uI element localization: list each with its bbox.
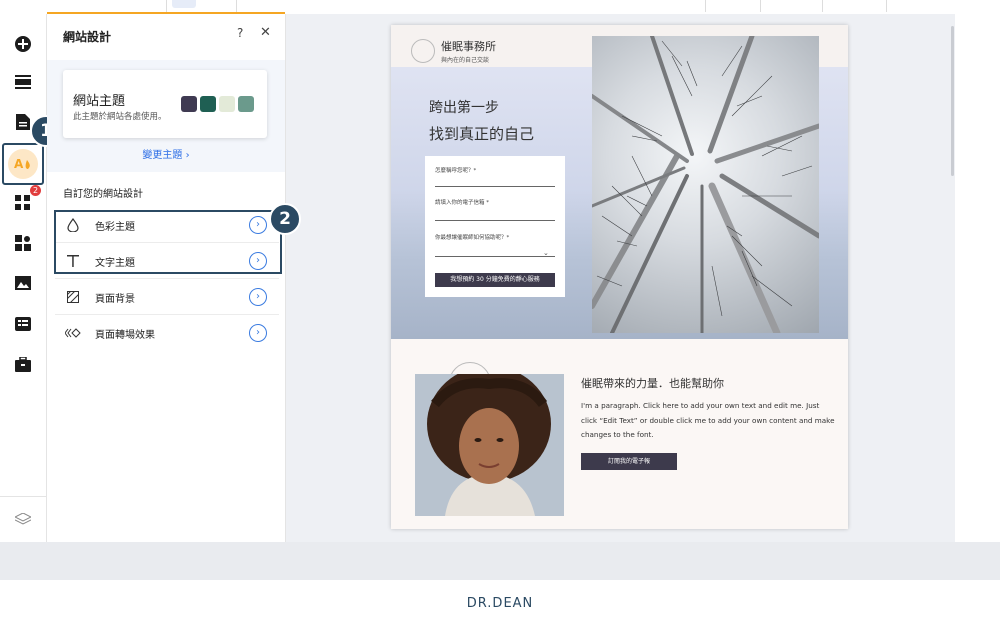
toolbar-divider — [760, 0, 761, 12]
editor-bottom-strip — [0, 542, 1000, 580]
media-icon[interactable] — [11, 271, 35, 295]
canvas-right-gutter — [955, 0, 1000, 528]
hero-heading-line2[interactable]: 找到真正的自己 — [429, 123, 534, 144]
add-elements-icon[interactable] — [11, 32, 35, 56]
color-swatch — [219, 96, 235, 112]
option-page-background[interactable]: 頁面背景 › — [55, 280, 279, 315]
website-preview[interactable]: 跨出第一步 找到真正的自己 怎麼稱呼您呢？* 請填入你的電子信箱 * 你最想讓催… — [391, 25, 848, 529]
background-icon — [65, 289, 81, 305]
toolbar-divider — [822, 0, 823, 12]
toolbar-divider — [705, 0, 706, 12]
transition-icon — [65, 325, 81, 341]
chevron-right-icon[interactable]: › — [249, 324, 267, 342]
section2-heading[interactable]: 催眠帶來的力量．也能幫助你 — [581, 375, 724, 391]
newsletter-button[interactable]: 訂閱我的電子報 — [581, 453, 677, 470]
panel-title: 網站設計 — [63, 30, 112, 44]
form-field-label: 請填入你的電子信箱 * — [435, 200, 489, 206]
trees-image[interactable] — [592, 36, 819, 333]
highlight-box — [54, 210, 282, 274]
option-label: 頁面轉場效果 — [95, 330, 155, 341]
site-tagline: 與內在的自己交談 — [441, 57, 490, 64]
logo-icon — [411, 39, 435, 63]
option-label: 頁面背景 — [95, 294, 135, 305]
left-tool-rail: A 2 — [0, 14, 47, 542]
name-input[interactable] — [435, 186, 555, 187]
change-theme-link[interactable]: 變更主題 › — [47, 146, 285, 161]
hero-heading-line1[interactable]: 跨出第一步 — [429, 97, 499, 117]
color-swatch — [181, 96, 197, 112]
canvas-scrollbar[interactable] — [951, 26, 954, 176]
site-design-button[interactable]: A — [2, 143, 44, 185]
theme-section: 網站主題 此主題於網站各處使用。 變更主題 › — [47, 60, 285, 172]
color-swatch — [238, 96, 254, 112]
portrait-image[interactable] — [415, 374, 564, 516]
form-field-label: 怎麼稱呼您呢？* — [435, 168, 477, 174]
callout-step-2: 2 — [269, 203, 301, 235]
toolbar-divider — [236, 0, 237, 12]
site-design-panel: 網站設計 ? ✕ 網站主題 此主題於網站各處使用。 變更主題 › 自訂您的網站設… — [47, 14, 286, 542]
theme-card[interactable]: 網站主題 此主題於網站各處使用。 — [63, 70, 267, 138]
portfolio-icon[interactable] — [11, 352, 35, 376]
toolbar-divider — [886, 0, 887, 12]
help-button[interactable]: ? — [237, 26, 243, 40]
business-apps-icon[interactable] — [11, 231, 35, 255]
color-swatch — [200, 96, 216, 112]
rail-divider — [0, 496, 46, 497]
theme-card-subtitle: 此主題於網站各處使用。 — [73, 112, 167, 122]
theme-card-title: 網站主題 — [73, 94, 126, 109]
email-input[interactable] — [435, 220, 555, 221]
page-icon[interactable] — [172, 0, 196, 8]
brand-logo: DR.DEAN — [466, 596, 534, 611]
toolbar-divider — [166, 0, 167, 12]
service-dropdown[interactable] — [435, 256, 555, 257]
contact-form[interactable]: 怎麼稱呼您呢？* 請填入你的電子信箱 * 你最想讓催眠師如何協助呢？* ⌄ 我想… — [425, 156, 565, 297]
sections-icon[interactable] — [11, 70, 35, 94]
form-field-label: 你最想讓催眠師如何協助呢？* — [435, 235, 510, 241]
layers-icon[interactable] — [11, 508, 35, 532]
cms-icon[interactable] — [11, 312, 35, 336]
close-button[interactable]: ✕ — [260, 25, 271, 40]
option-page-transition[interactable]: 頁面轉場效果 › — [55, 316, 279, 350]
site-logo-name[interactable]: 催眠事務所 — [441, 38, 496, 54]
chevron-right-icon[interactable]: › — [249, 288, 267, 306]
section2-paragraph[interactable]: I'm a paragraph. Click here to add your … — [581, 399, 837, 443]
notification-badge: 2 — [30, 185, 41, 196]
form-submit-button[interactable]: 我想預約 30 分鐘免費的靜心服務 — [435, 273, 555, 287]
site-design-icon: A — [8, 149, 38, 179]
svg-text:A: A — [14, 157, 24, 171]
customize-heading: 自訂您的網站設計 — [63, 189, 143, 200]
panel-header: 網站設計 ? ✕ — [47, 14, 285, 61]
